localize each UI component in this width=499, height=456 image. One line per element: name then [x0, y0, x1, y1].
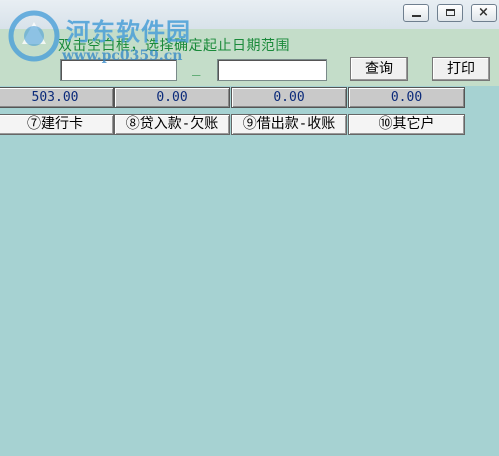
minimize-icon — [412, 15, 421, 17]
maximize-icon — [446, 9, 455, 16]
date-separator: _ — [192, 60, 201, 76]
minimize-button[interactable] — [403, 4, 429, 22]
tab-other-accounts[interactable]: ⑩其它户 — [348, 114, 465, 135]
tab-loan-in-owed[interactable]: ⑧贷入款-欠账 — [114, 114, 230, 135]
print-button[interactable]: 打印 — [432, 57, 490, 81]
records-list-area[interactable] — [0, 136, 499, 456]
query-button[interactable]: 查询 — [350, 57, 408, 81]
tab-loan-out-receivable[interactable]: ⑨借出款-收账 — [231, 114, 347, 135]
account-tabs: ⑦建行卡 ⑧贷入款-欠账 ⑨借出款-收账 ⑩其它户 — [0, 114, 499, 136]
balance-loan-in-owed: 0.00 — [114, 87, 230, 108]
balance-loan-out-receivable: 0.00 — [231, 87, 347, 108]
tab-construction-bank-card[interactable]: ⑦建行卡 — [0, 114, 114, 135]
watermark-url: www.pc0359.cn — [62, 48, 183, 64]
balance-other-accounts: 0.00 — [348, 87, 465, 108]
maximize-button[interactable] — [437, 4, 463, 22]
balance-construction-bank-card: 503.00 — [0, 87, 114, 108]
watermark-name: 河东软件园 — [66, 17, 191, 46]
watermark-logo-icon — [8, 10, 60, 62]
account-balance-row: 503.00 0.00 0.00 0.00 — [0, 87, 499, 109]
close-button[interactable]: × — [471, 4, 497, 22]
close-icon: × — [478, 5, 489, 20]
end-date-field[interactable] — [217, 59, 327, 81]
